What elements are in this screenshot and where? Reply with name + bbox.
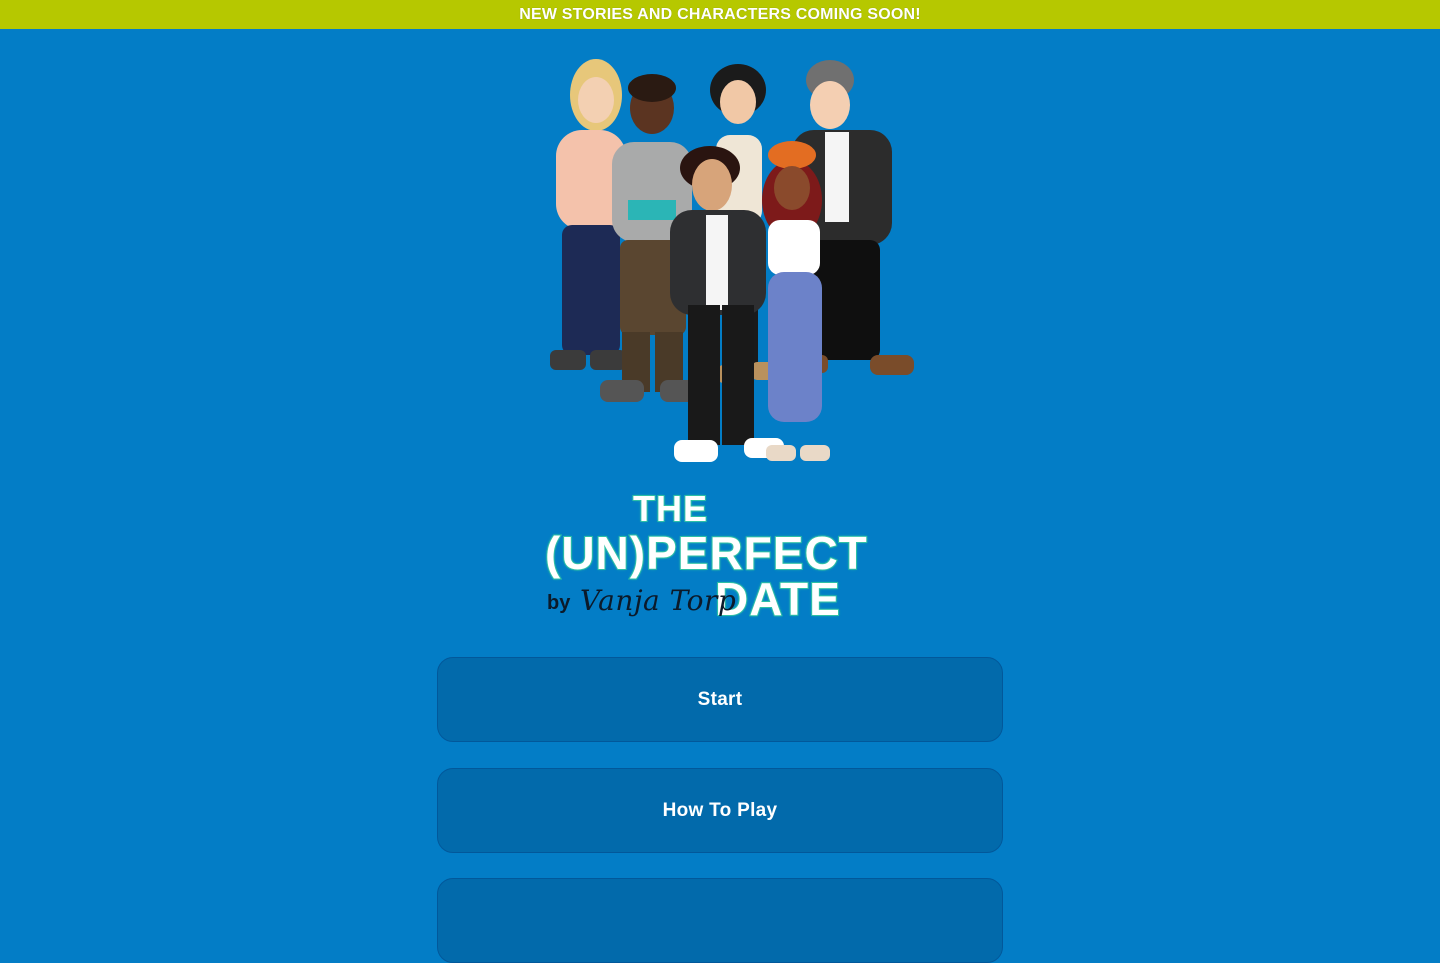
character-woman-headwrap [762, 141, 830, 461]
logo-author-signature: Vanja Torp [580, 584, 737, 617]
logo-title-the: THE [632, 487, 708, 530]
start-button[interactable]: Start [437, 657, 1003, 742]
logo-byline: by [547, 592, 571, 614]
menu-button-partial[interactable] [437, 878, 1003, 963]
how-to-play-button[interactable]: How To Play [437, 768, 1003, 853]
announcement-banner: NEW STORIES AND CHARACTERS COMING SOON! [0, 0, 1440, 29]
characters-illustration [550, 59, 914, 462]
game-logo: THE (UN)PERFECT DATE by Vanja Torp [540, 487, 900, 628]
